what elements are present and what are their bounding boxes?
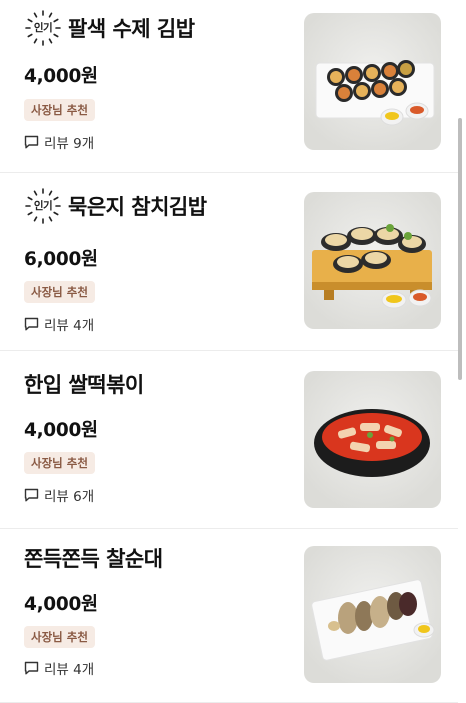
- speech-bubble-icon: [24, 317, 39, 331]
- popular-badge-icon: 인기: [24, 187, 62, 225]
- menu-item-image: [304, 192, 441, 329]
- popular-badge-icon: 인기: [24, 9, 62, 47]
- review-count: 리뷰 6개: [24, 485, 94, 505]
- menu-item-price: 4,000원: [24, 66, 98, 87]
- review-count: 리뷰 4개: [24, 658, 94, 678]
- speech-bubble-icon: [24, 488, 39, 502]
- popular-badge-label: 인기: [33, 200, 53, 212]
- review-count: 리뷰 4개: [24, 314, 94, 334]
- menu-item-name: 묵은지 참치김밥: [68, 195, 207, 219]
- review-count-label: 리뷰 4개: [44, 662, 95, 678]
- recommendation-tag: 사장님 추천: [24, 281, 95, 303]
- menu-item-image: [304, 13, 441, 150]
- recommendation-tag: 사장님 추천: [24, 99, 95, 121]
- menu-item-price: 4,000원: [24, 420, 98, 441]
- scrollbar[interactable]: [458, 118, 462, 380]
- menu-item-title-row: 인기 팔색 수제 김밥: [24, 8, 195, 48]
- menu-item-price: 6,000원: [24, 249, 98, 270]
- menu-item[interactable]: 쫀득쫀득 찰순대 4,000원 사장님 추천 리뷰 4개: [0, 526, 458, 703]
- menu-item[interactable]: 한입 쌀떡볶이 4,000원 사장님 추천 리뷰 6개: [0, 352, 458, 529]
- menu-item-name: 팔색 수제 김밥: [68, 17, 195, 41]
- popular-badge-label: 인기: [33, 22, 53, 34]
- menu-item[interactable]: 인기 팔색 수제 김밥 4,000원 사장님 추천 리뷰 9개: [0, 0, 458, 173]
- speech-bubble-icon: [24, 135, 39, 149]
- recommendation-tag: 사장님 추천: [24, 452, 95, 474]
- review-count-label: 리뷰 6개: [44, 489, 95, 505]
- menu-item-title-row: 한입 쌀떡볶이: [24, 364, 144, 404]
- menu-item-title-row: 인기 묵은지 참치김밥: [24, 186, 207, 226]
- review-count: 리뷰 9개: [24, 132, 94, 152]
- speech-bubble-icon: [24, 661, 39, 675]
- menu-list: 인기 팔색 수제 김밥 4,000원 사장님 추천 리뷰 9개 인기 묵은지 참…: [0, 0, 466, 703]
- recommendation-tag: 사장님 추천: [24, 626, 95, 648]
- review-count-label: 리뷰 4개: [44, 318, 95, 334]
- menu-item-price: 4,000원: [24, 594, 98, 615]
- menu-item-name: 한입 쌀떡볶이: [24, 373, 144, 397]
- menu-item[interactable]: 인기 묵은지 참치김밥 6,000원 사장님 추천 리뷰 4개: [0, 174, 458, 351]
- menu-item-title-row: 쫀득쫀득 찰순대: [24, 538, 163, 578]
- menu-item-image: [304, 371, 441, 508]
- menu-item-image: [304, 546, 441, 683]
- menu-item-name: 쫀득쫀득 찰순대: [24, 547, 163, 571]
- review-count-label: 리뷰 9개: [44, 136, 95, 152]
